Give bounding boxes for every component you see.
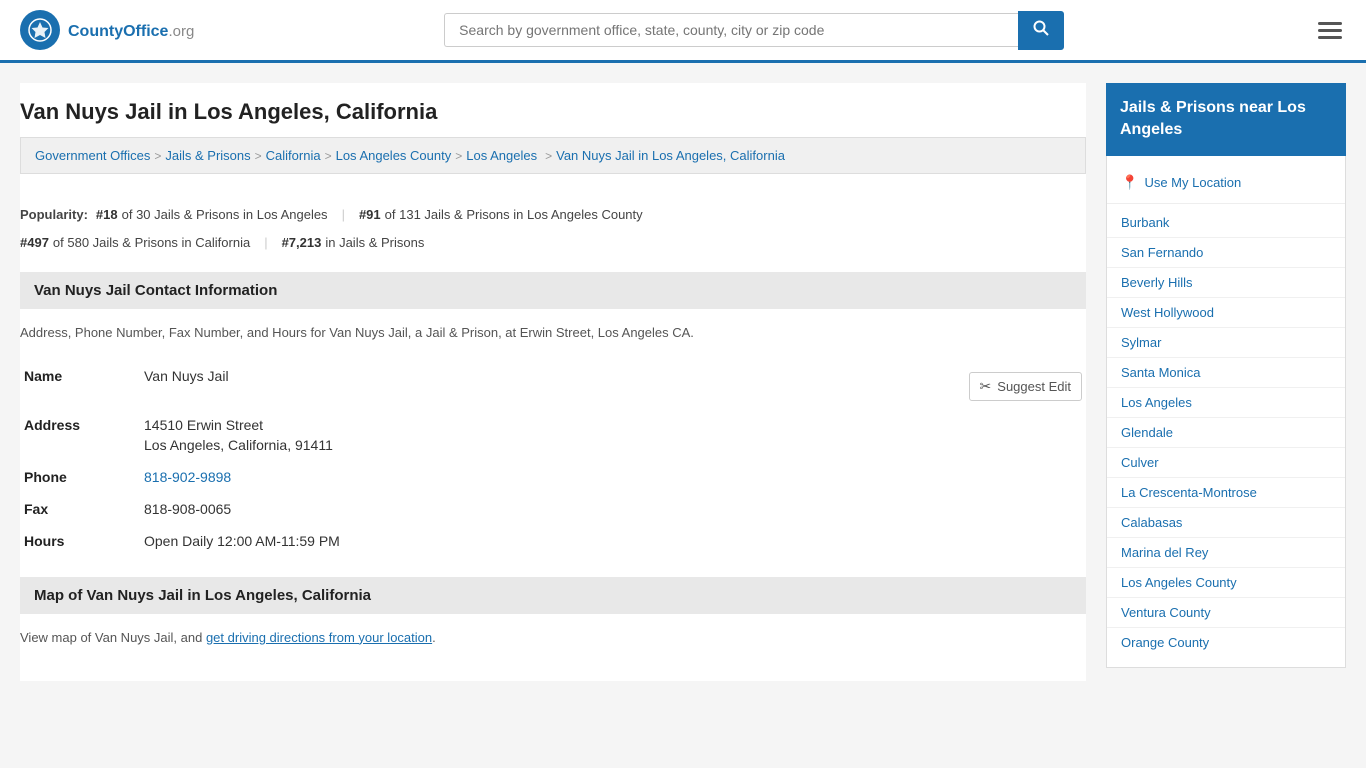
- address-label: Address: [20, 409, 140, 461]
- driving-directions-link[interactable]: get driving directions from your locatio…: [206, 630, 432, 645]
- sidebar-link-calabasas[interactable]: Calabasas: [1107, 508, 1345, 538]
- address-value: 14510 Erwin Street Los Angeles, Californ…: [140, 409, 1086, 461]
- breadcrumb: Government Offices > Jails & Prisons > C…: [20, 137, 1086, 174]
- sidebar-link-los-angeles[interactable]: Los Angeles: [1107, 388, 1345, 418]
- sidebar-link-los-angeles-county[interactable]: Los Angeles County: [1107, 568, 1345, 598]
- table-row-name: Name Van Nuys Jail ✂ Suggest Edit: [20, 360, 1086, 409]
- logo-name: CountyOffice: [68, 23, 168, 40]
- fax-label: Fax: [20, 493, 140, 525]
- contact-section-header: Van Nuys Jail Contact Information: [20, 272, 1086, 309]
- contact-description: Address, Phone Number, Fax Number, and H…: [20, 323, 1086, 360]
- sidebar-divider: [1107, 203, 1345, 204]
- rank1: #18: [96, 202, 118, 228]
- sidebar-link-burbank[interactable]: Burbank: [1107, 208, 1345, 238]
- rank2: #91: [359, 202, 381, 228]
- sidebar-link-la-crescenta[interactable]: La Crescenta-Montrose: [1107, 478, 1345, 508]
- menu-bar-1: [1318, 22, 1342, 25]
- name-value: Van Nuys Jail ✂ Suggest Edit: [140, 360, 1086, 409]
- address-line1: 14510 Erwin Street: [144, 417, 1082, 433]
- search-area: [444, 11, 1064, 50]
- menu-bar-2: [1318, 29, 1342, 32]
- pop-divider-2: |: [264, 230, 267, 256]
- map-desc-after: .: [432, 630, 436, 645]
- breadcrumb-california[interactable]: California: [266, 148, 321, 163]
- suggest-edit-label: Suggest Edit: [997, 379, 1071, 394]
- sidebar-link-orange-county[interactable]: Orange County: [1107, 628, 1345, 657]
- breadcrumb-sep-2: >: [255, 149, 262, 163]
- map-desc-before: View map of Van Nuys Jail, and: [20, 630, 206, 645]
- breadcrumb-sep-4: >: [455, 149, 462, 163]
- breadcrumb-los-angeles[interactable]: Los Angeles: [466, 148, 537, 163]
- phone-value: 818-902-9898: [140, 461, 1086, 493]
- pop-item-3: #497 of 580 Jails & Prisons in Californi…: [20, 230, 250, 256]
- breadcrumb-sep-3: >: [325, 149, 332, 163]
- menu-button[interactable]: [1314, 18, 1346, 43]
- menu-bar-3: [1318, 36, 1342, 39]
- sidebar-link-ventura-county[interactable]: Ventura County: [1107, 598, 1345, 628]
- sidebar-link-marina-del-rey[interactable]: Marina del Rey: [1107, 538, 1345, 568]
- address-line2: Los Angeles, California, 91411: [144, 433, 1082, 453]
- sidebar-link-san-fernando[interactable]: San Fernando: [1107, 238, 1345, 268]
- header: CountyOffice.org: [0, 0, 1366, 63]
- rank3-text: of 580 Jails & Prisons in California: [53, 230, 250, 256]
- pop-item-4: #7,213 in Jails & Prisons: [282, 230, 425, 256]
- sidebar-link-glendale[interactable]: Glendale: [1107, 418, 1345, 448]
- rank3: #497: [20, 230, 49, 256]
- logo-icon: [20, 10, 60, 50]
- logo-area: CountyOffice.org: [20, 10, 194, 50]
- map-section-header: Map of Van Nuys Jail in Los Angeles, Cal…: [20, 577, 1086, 614]
- rank1-text: of 30 Jails & Prisons in Los Angeles: [122, 202, 328, 228]
- breadcrumb-sep-5: >: [545, 149, 552, 163]
- logo-text: CountyOffice.org: [68, 19, 194, 42]
- rank4-text: in Jails & Prisons: [325, 230, 424, 256]
- rank2-text: of 131 Jails & Prisons in Los Angeles Co…: [385, 202, 643, 228]
- hours-value: Open Daily 12:00 AM-11:59 PM: [140, 525, 1086, 557]
- breadcrumb-la-county[interactable]: Los Angeles County: [336, 148, 452, 163]
- name-label: Name: [20, 360, 140, 409]
- map-description: View map of Van Nuys Jail, and get drivi…: [20, 628, 1086, 665]
- pop-item-1: #18 of 30 Jails & Prisons in Los Angeles: [96, 202, 328, 228]
- sidebar-link-santa-monica[interactable]: Santa Monica: [1107, 358, 1345, 388]
- popularity-label: Popularity:: [20, 202, 88, 228]
- search-input[interactable]: [444, 13, 1018, 47]
- use-location-label: Use My Location: [1144, 175, 1241, 190]
- sidebar-link-sylmar[interactable]: Sylmar: [1107, 328, 1345, 358]
- breadcrumb-jails-prisons[interactable]: Jails & Prisons: [165, 148, 250, 163]
- use-location-link[interactable]: 📍 Use My Location: [1107, 166, 1345, 199]
- rank4: #7,213: [282, 230, 322, 256]
- pop-divider-1: |: [342, 202, 345, 228]
- table-row-hours: Hours Open Daily 12:00 AM-11:59 PM: [20, 525, 1086, 557]
- table-row-address: Address 14510 Erwin Street Los Angeles, …: [20, 409, 1086, 461]
- breadcrumb-sep-1: >: [154, 149, 161, 163]
- sidebar-link-culver[interactable]: Culver: [1107, 448, 1345, 478]
- main-container: Van Nuys Jail in Los Angeles, California…: [0, 63, 1366, 701]
- search-button[interactable]: [1018, 11, 1064, 50]
- breadcrumb-current[interactable]: Van Nuys Jail in Los Angeles, California: [556, 148, 785, 163]
- name-text: Van Nuys Jail: [144, 368, 229, 384]
- sidebar-content: 📍 Use My Location Burbank San Fernando B…: [1106, 156, 1346, 668]
- breadcrumb-government-offices[interactable]: Government Offices: [35, 148, 150, 163]
- table-row-fax: Fax 818-908-0065: [20, 493, 1086, 525]
- sidebar-link-west-hollywood[interactable]: West Hollywood: [1107, 298, 1345, 328]
- wrench-icon: ✂: [980, 378, 992, 395]
- fax-value: 818-908-0065: [140, 493, 1086, 525]
- logo-suffix: .org: [168, 23, 194, 40]
- table-row-phone: Phone 818-902-9898: [20, 461, 1086, 493]
- phone-link[interactable]: 818-902-9898: [144, 469, 231, 485]
- pop-item-2: #91 of 131 Jails & Prisons in Los Angele…: [359, 202, 643, 228]
- page-title: Van Nuys Jail in Los Angeles, California: [20, 83, 1086, 137]
- location-pin-icon: 📍: [1121, 174, 1138, 191]
- search-icon: [1033, 20, 1049, 36]
- content-area: Van Nuys Jail in Los Angeles, California…: [20, 83, 1086, 681]
- popularity-section: Popularity: #18 of 30 Jails & Prisons in…: [20, 190, 1086, 272]
- phone-label: Phone: [20, 461, 140, 493]
- contact-table: Name Van Nuys Jail ✂ Suggest Edit Addres…: [20, 360, 1086, 557]
- sidebar-title: Jails & Prisons near Los Angeles: [1106, 83, 1346, 156]
- sidebar: Jails & Prisons near Los Angeles 📍 Use M…: [1106, 83, 1346, 681]
- sidebar-link-beverly-hills[interactable]: Beverly Hills: [1107, 268, 1345, 298]
- hours-label: Hours: [20, 525, 140, 557]
- suggest-edit-button[interactable]: ✂ Suggest Edit: [969, 372, 1082, 401]
